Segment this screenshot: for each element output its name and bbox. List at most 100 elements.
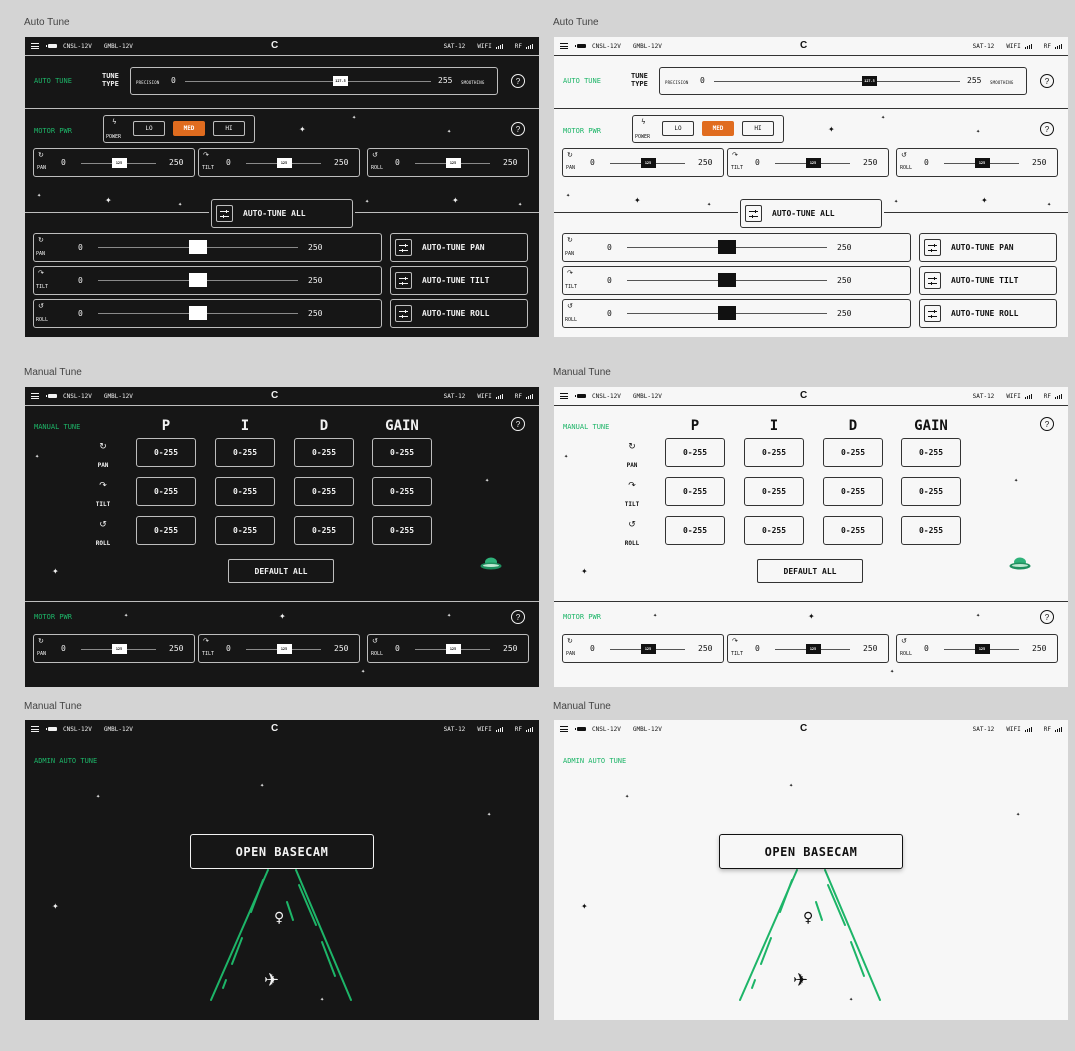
pid-input-pan-d[interactable]: 0-255 (294, 438, 354, 467)
help-icon[interactable]: ? (511, 74, 525, 88)
slider-handle[interactable]: 125 (805, 158, 821, 168)
slider-handle[interactable] (189, 240, 207, 254)
slider-handle[interactable]: 125 (974, 644, 990, 654)
auto-tune-tilt-button[interactable]: AUTO-TUNE TILT (919, 266, 1057, 295)
smoothing-label: SMOOTHING (461, 80, 485, 85)
slider-min: 0 (590, 158, 595, 167)
slider-handle[interactable]: 125 (445, 644, 461, 654)
auto-tune-all-button[interactable]: AUTO-TUNE ALL (211, 199, 353, 228)
slider-handle[interactable] (718, 240, 736, 254)
auto-tune-roll-button[interactable]: AUTO-TUNE ROLL (390, 299, 528, 328)
star-decoration: ✦ (518, 202, 523, 208)
pid-input-tilt-i[interactable]: 0-255 (215, 477, 275, 506)
hamburger-menu-icon[interactable] (31, 393, 39, 399)
slider-handle[interactable]: 125 (445, 158, 461, 168)
power-lo-button[interactable]: LO (133, 121, 165, 136)
column-header-d: D (319, 418, 329, 434)
column-header-gain: GAIN (385, 418, 419, 434)
power-lo-button[interactable]: LO (662, 121, 694, 136)
pid-input-pan-d[interactable]: 0-255 (823, 438, 883, 467)
pid-input-tilt-d[interactable]: 0-255 (823, 477, 883, 506)
precision-handle[interactable]: 127.5 (862, 76, 877, 86)
divider (554, 212, 738, 213)
pid-input-pan-i[interactable]: 0-255 (215, 438, 275, 467)
star-decoration: ✦ (566, 193, 571, 199)
rf-signal-icon (526, 43, 533, 49)
tune-type-label: TUNE TYPE (631, 72, 648, 88)
motor-pwr-label: MOTOR PWR (34, 613, 72, 621)
slider-handle[interactable] (189, 306, 207, 320)
hamburger-menu-icon[interactable] (31, 43, 39, 49)
star-decoration: ✦ (35, 454, 40, 460)
help-icon[interactable]: ? (1040, 417, 1054, 431)
slider-handle[interactable]: 125 (276, 644, 292, 654)
slider-handle[interactable]: 125 (111, 158, 127, 168)
open-basecam-button[interactable]: OPEN BASECAM (719, 834, 903, 869)
slider-max: 250 (169, 644, 184, 653)
pid-input-pan-gain[interactable]: 0-255 (372, 438, 432, 467)
help-icon[interactable]: ? (511, 122, 525, 136)
pid-input-tilt-gain[interactable]: 0-255 (372, 477, 432, 506)
power-hi-button[interactable]: HI (742, 121, 774, 136)
satellite-count: SAT-12 (972, 392, 995, 400)
rf-signal-icon (1055, 393, 1062, 399)
precision-min: 0 (700, 76, 705, 85)
roll-rotate-icon: ↺ (901, 637, 907, 645)
slider-handle[interactable]: 125 (640, 158, 656, 168)
hamburger-menu-icon[interactable] (560, 43, 568, 49)
slider-handle[interactable] (189, 273, 207, 287)
slider-handle[interactable]: 125 (111, 644, 127, 654)
star-decoration: ✦ (828, 125, 835, 134)
slider-min: 0 (78, 276, 83, 285)
auto-tune-label: AUTO TUNE (563, 77, 601, 85)
tractor-beam (739, 869, 881, 1001)
help-icon[interactable]: ? (1040, 122, 1054, 136)
pid-input-tilt-d[interactable]: 0-255 (294, 477, 354, 506)
pan-axis-label: ↻ PAN (617, 442, 647, 471)
pid-input-pan-p[interactable]: 0-255 (665, 438, 725, 467)
slider-handle[interactable]: 125 (805, 644, 821, 654)
brand-logo: C (800, 390, 808, 401)
open-basecam-button[interactable]: OPEN BASECAM (190, 834, 374, 869)
slider-handle[interactable] (718, 273, 736, 287)
pid-input-tilt-gain[interactable]: 0-255 (901, 477, 961, 506)
manual-tune-label: MANUAL TUNE (34, 423, 81, 431)
auto-tune-tilt-button[interactable]: AUTO-TUNE TILT (390, 266, 528, 295)
slider-min: 0 (924, 644, 929, 653)
help-icon[interactable]: ? (1040, 74, 1054, 88)
slider-handle[interactable] (718, 306, 736, 320)
auto-tune-all-button[interactable]: AUTO-TUNE ALL (740, 199, 882, 228)
tilt-rotate-icon: ↷ (567, 269, 573, 277)
pid-input-tilt-p[interactable]: 0-255 (665, 477, 725, 506)
auto-tune-pan-button[interactable]: AUTO-TUNE PAN (390, 233, 528, 262)
auto-tune-pan-button[interactable]: AUTO-TUNE PAN (919, 233, 1057, 262)
tilt-axis-label: ↷ TILT (88, 481, 118, 510)
help-icon[interactable]: ? (511, 417, 525, 431)
auto-tune-roll-button[interactable]: AUTO-TUNE ROLL (919, 299, 1057, 328)
pan-rotate-icon: ↻ (99, 442, 107, 452)
pid-input-tilt-p[interactable]: 0-255 (136, 477, 196, 506)
divider (25, 212, 209, 213)
hamburger-menu-icon[interactable] (560, 393, 568, 399)
gimbal-voltage: GMBL-12V (632, 392, 662, 400)
admin-screen-dark: CNSL-12V GMBL-12V C SAT-12 WIFI RF ADMIN… (25, 720, 539, 1020)
slider-handle[interactable]: 125 (276, 158, 292, 168)
power-med-button[interactable]: MED (702, 121, 734, 136)
slider-max: 250 (863, 158, 878, 167)
help-icon[interactable]: ? (1040, 610, 1054, 624)
pid-input-tilt-i[interactable]: 0-255 (744, 477, 804, 506)
precision-handle[interactable]: 127.5 (333, 76, 348, 86)
slider-handle[interactable]: 125 (640, 644, 656, 654)
power-med-button[interactable]: MED (173, 121, 205, 136)
pid-input-pan-i[interactable]: 0-255 (744, 438, 804, 467)
help-icon[interactable]: ? (511, 610, 525, 624)
slider-max: 250 (503, 158, 518, 167)
slider-max: 250 (308, 309, 323, 318)
battery-icon (575, 44, 586, 48)
power-hi-button[interactable]: HI (213, 121, 245, 136)
slider-handle[interactable]: 125 (974, 158, 990, 168)
pid-input-pan-gain[interactable]: 0-255 (901, 438, 961, 467)
rf-label: RF (514, 42, 522, 50)
pid-input-pan-p[interactable]: 0-255 (136, 438, 196, 467)
admin-screen-light: CNSL-12V GMBL-12V C SAT-12 WIFI RF ADMIN… (554, 720, 1068, 1020)
